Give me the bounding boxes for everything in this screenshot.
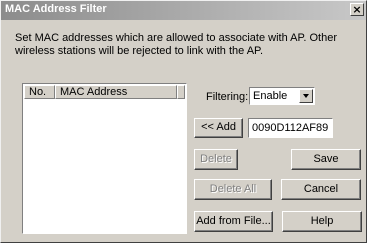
cancel-button[interactable]: Cancel	[281, 179, 361, 200]
delete-button[interactable]: Delete	[194, 149, 238, 170]
add-button[interactable]: << Add	[194, 118, 243, 138]
description-text: Set MAC addresses which are allowed to a…	[15, 32, 338, 57]
filtering-label: Filtering:	[206, 91, 249, 103]
list-header: No. MAC Address	[24, 85, 185, 99]
chevron-down-icon[interactable]	[299, 89, 313, 103]
close-icon[interactable]: ×	[350, 3, 364, 16]
column-header-mac-address[interactable]: MAC Address	[55, 85, 177, 99]
save-button[interactable]: Save	[291, 149, 361, 170]
column-header-filler	[177, 85, 185, 99]
help-button[interactable]: Help	[282, 211, 362, 232]
delete-all-button[interactable]: Delete All	[194, 179, 272, 200]
window-title: MAC Address Filter	[5, 3, 107, 15]
mac-address-list[interactable]: No. MAC Address	[22, 83, 187, 234]
mac-address-input[interactable]: 0090D112AF89	[248, 118, 333, 138]
add-from-file-button[interactable]: Add from File...	[194, 211, 273, 232]
mac-filter-dialog: MAC Address Filter × Set MAC addresses w…	[0, 0, 367, 243]
filtering-selected-value: Enable	[253, 90, 288, 102]
filtering-select[interactable]: Enable	[249, 87, 315, 105]
title-bar[interactable]: MAC Address Filter ×	[1, 1, 366, 20]
column-header-no[interactable]: No.	[24, 85, 55, 99]
